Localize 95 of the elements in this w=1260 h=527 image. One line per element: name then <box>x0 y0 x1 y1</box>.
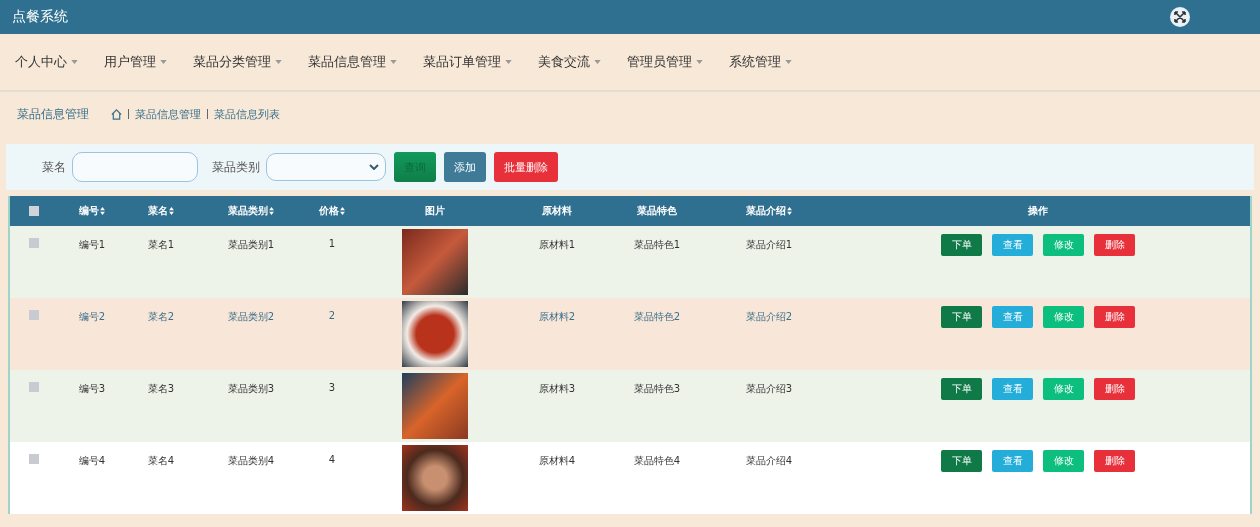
row-action-button[interactable]: 查看 <box>992 450 1033 472</box>
row-action-button[interactable]: 下单 <box>941 450 982 472</box>
select-all-checkbox[interactable] <box>29 206 39 216</box>
sort-icon[interactable] <box>169 207 174 215</box>
sort-icon[interactable] <box>340 207 345 215</box>
nav-menu-item[interactable]: 菜品分类管理 <box>184 53 291 71</box>
photo-placeholder <box>402 229 468 295</box>
row-checkbox[interactable] <box>29 454 39 464</box>
row-action-button[interactable]: 查看 <box>992 234 1033 256</box>
column-header: 菜品特色 <box>637 204 677 218</box>
row-action-button[interactable]: 查看 <box>992 306 1033 328</box>
toolbar-button[interactable]: 添加 <box>444 152 486 182</box>
caret-icon <box>71 60 78 64</box>
photo-placeholder <box>402 445 468 511</box>
table-cell: 菜名4 <box>147 454 175 468</box>
column-header: 菜品介绍 <box>746 204 786 218</box>
caret-icon <box>785 60 792 64</box>
nav-menu-item[interactable]: 系统管理 <box>720 53 801 71</box>
table-cell: 原材料1 <box>538 238 576 252</box>
row-action-button[interactable]: 查看 <box>992 378 1033 400</box>
row-action-button[interactable]: 修改 <box>1043 234 1084 256</box>
nav-menu-item[interactable]: 菜品订单管理 <box>414 53 521 71</box>
table-cell: 菜品特色1 <box>633 238 681 252</box>
toolbar-button[interactable]: 批量删除 <box>494 152 558 182</box>
row-action-button[interactable]: 下单 <box>941 378 982 400</box>
column-header: 操作 <box>1028 204 1048 218</box>
row-checkbox[interactable] <box>29 382 39 392</box>
sort-icon[interactable] <box>787 207 792 215</box>
column-header: 菜名 <box>148 204 168 218</box>
table-cell: 菜品介绍3 <box>745 382 793 396</box>
photo-placeholder <box>402 301 468 367</box>
table-cell: 菜品介绍2 <box>745 310 793 324</box>
table-cell: 菜品类别1 <box>227 238 275 252</box>
table-cell: 2 <box>328 310 336 321</box>
row-action-button[interactable]: 修改 <box>1043 306 1084 328</box>
column-header: 编号 <box>79 204 99 218</box>
table-cell: 菜名1 <box>147 238 175 252</box>
table-cell: 编号2 <box>78 310 106 324</box>
column-header: 原材料 <box>542 204 572 218</box>
app-title: 点餐系统 <box>12 8 68 26</box>
nav-menu-item[interactable]: 个人中心 <box>6 53 87 71</box>
nav-menu-item[interactable]: 菜品信息管理 <box>299 53 406 71</box>
home-icon[interactable] <box>111 108 122 120</box>
breadcrumb-link[interactable]: 菜品信息列表 <box>214 106 280 122</box>
table-cell: 编号3 <box>78 382 106 396</box>
caret-icon <box>160 60 167 64</box>
table-cell: 菜名2 <box>147 310 175 324</box>
fullscreen-icon[interactable] <box>1170 7 1190 27</box>
row-action-button[interactable]: 修改 <box>1043 450 1084 472</box>
nav-menu-item[interactable]: 用户管理 <box>95 53 176 71</box>
breadcrumb-link[interactable]: 菜品信息管理 <box>135 106 201 122</box>
nav-menu-item[interactable]: 管理员管理 <box>618 53 712 71</box>
table-cell: 菜品特色4 <box>633 454 681 468</box>
table-cell: 原材料3 <box>538 382 576 396</box>
dish-name-field[interactable] <box>72 152 198 182</box>
table-cell: 1 <box>328 238 336 249</box>
table-cell: 菜品类别2 <box>227 310 275 324</box>
row-checkbox[interactable] <box>29 238 39 248</box>
column-header: 图片 <box>425 204 445 218</box>
sort-icon[interactable] <box>100 207 105 215</box>
caret-icon <box>594 60 601 64</box>
chevron-down-icon <box>369 164 379 170</box>
caret-icon <box>390 60 397 64</box>
table-cell: 菜品类别3 <box>227 382 275 396</box>
column-header: 价格 <box>319 204 339 218</box>
table-cell: 4 <box>328 454 336 465</box>
nav-menu-item[interactable]: 美食交流 <box>529 53 610 71</box>
table-cell: 菜品介绍4 <box>745 454 793 468</box>
table-cell: 菜名3 <box>147 382 175 396</box>
row-action-button[interactable]: 删除 <box>1094 234 1135 256</box>
table-cell: 3 <box>328 382 336 393</box>
table-cell: 菜品类别4 <box>227 454 275 468</box>
row-action-button[interactable]: 删除 <box>1094 378 1135 400</box>
caret-icon <box>505 60 512 64</box>
row-action-button[interactable]: 删除 <box>1094 450 1135 472</box>
table-cell: 编号4 <box>78 454 106 468</box>
sort-icon[interactable] <box>269 207 274 215</box>
field-label: 菜名 <box>42 158 66 176</box>
column-header: 菜品类别 <box>228 204 268 218</box>
row-checkbox[interactable] <box>29 310 39 320</box>
table-cell: 菜品特色3 <box>633 382 681 396</box>
row-action-button[interactable]: 下单 <box>941 234 982 256</box>
table-cell: 原材料2 <box>538 310 576 324</box>
row-action-button[interactable]: 删除 <box>1094 306 1135 328</box>
field-label: 菜品类别 <box>212 158 260 176</box>
caret-icon <box>275 60 282 64</box>
row-action-button[interactable]: 下单 <box>941 306 982 328</box>
page-title: 菜品信息管理 <box>17 105 89 123</box>
table-cell: 编号1 <box>78 238 106 252</box>
row-action-button[interactable]: 修改 <box>1043 378 1084 400</box>
photo-placeholder <box>402 373 468 439</box>
caret-icon <box>696 60 703 64</box>
table-cell: 菜品介绍1 <box>745 238 793 252</box>
table-cell: 原材料4 <box>538 454 576 468</box>
table-cell: 菜品特色2 <box>633 310 681 324</box>
